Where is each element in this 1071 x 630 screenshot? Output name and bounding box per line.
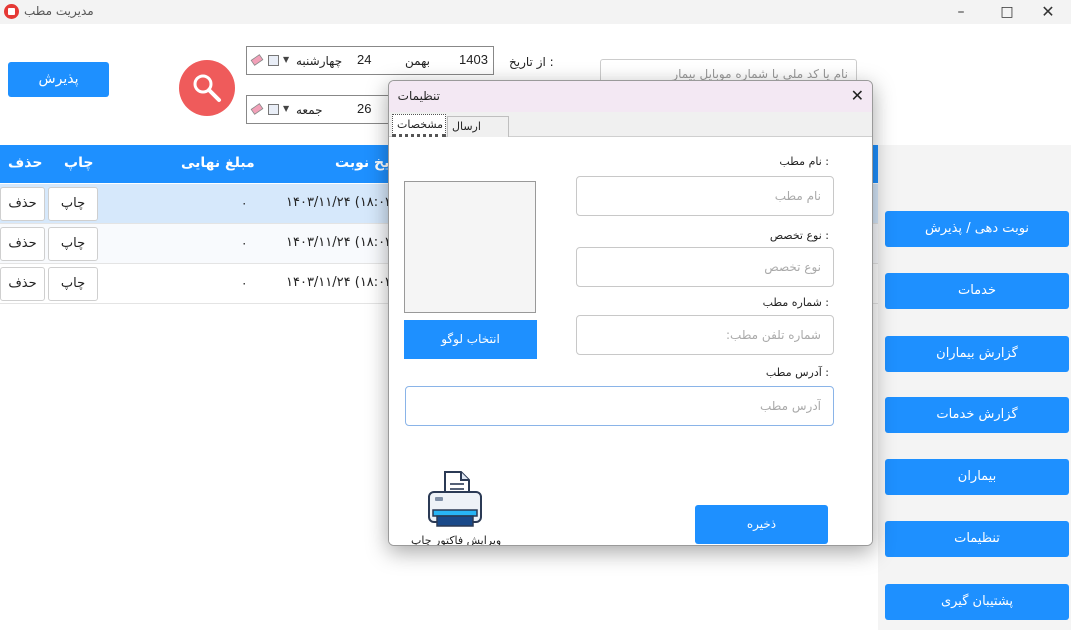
- amount-cell: ۰: [241, 196, 248, 210]
- print-button[interactable]: چاپ: [48, 227, 98, 261]
- window-title: مدیریت مطب: [24, 4, 94, 18]
- nav-services[interactable]: خدمات: [885, 273, 1069, 309]
- to-day-name: جمعه: [296, 103, 323, 117]
- search-button[interactable]: [179, 60, 235, 116]
- search-placeholder: نام یا کد ملی یا شماره موبایل بیمار: [672, 67, 848, 81]
- eraser-icon[interactable]: [250, 102, 264, 116]
- search-icon: [193, 74, 221, 102]
- clinic-name-label: نام مطب :: [779, 155, 829, 168]
- edit-invoice-button[interactable]: ویرایش فاکتور چاپ: [411, 470, 502, 546]
- window-titlebar: مدیریت مطب – □ ✕: [0, 0, 1071, 24]
- specialty-input[interactable]: [576, 247, 834, 287]
- specialty-label: نوع تخصص :: [769, 229, 829, 242]
- choose-logo-button[interactable]: انتخاب لوگو: [404, 320, 537, 359]
- from-year[interactable]: 1403: [459, 52, 488, 67]
- save-button[interactable]: ذخیره: [695, 505, 828, 544]
- amount-cell: ۰: [241, 276, 248, 290]
- address-input[interactable]: [405, 386, 834, 426]
- print-button[interactable]: چاپ: [48, 267, 98, 301]
- nav-patients[interactable]: بیماران: [885, 459, 1069, 495]
- delete-button[interactable]: حذف: [0, 227, 45, 261]
- logo-preview: [404, 181, 536, 313]
- tab-info[interactable]: مشخصات: [392, 114, 446, 137]
- date-cell: ۱۴۰۳/۱۱/۲۴ (۱۸:۰۳): [286, 235, 398, 250]
- printer-icon: [428, 471, 482, 527]
- tab-strip: ارسال پیامک مشخصات: [389, 112, 872, 152]
- from-date-picker[interactable]: ▼ چهارشنبه 24 بهمن 1403: [246, 46, 494, 75]
- settings-dialog: تنظیمات ✕ ارسال پیامک مشخصات نام مطب : ن…: [388, 80, 873, 546]
- from-day-name: چهارشنبه: [296, 54, 343, 68]
- nav-appointments[interactable]: نوبت دهی / پذیرش: [885, 211, 1069, 247]
- minimize-icon[interactable]: –: [938, 0, 984, 24]
- tab-sms[interactable]: ارسال پیامک: [447, 116, 509, 152]
- edit-invoice-label: ویرایش فاکتور چاپ: [411, 534, 502, 546]
- from-date-label: از تاریخ :: [509, 55, 554, 69]
- nav-patient-report[interactable]: گزارش بیماران: [885, 336, 1069, 372]
- phone-input[interactable]: [576, 315, 834, 355]
- chevron-down-icon[interactable]: ▼: [283, 104, 289, 113]
- phone-label: شماره مطب :: [762, 296, 829, 309]
- close-icon[interactable]: ✕: [1025, 0, 1071, 24]
- dialog-body: ارسال پیامک مشخصات نام مطب : نوع تخصص : …: [389, 112, 872, 546]
- clinic-name-input[interactable]: [576, 176, 834, 216]
- chevron-down-icon[interactable]: ▼: [283, 55, 289, 64]
- delete-button[interactable]: حذف: [0, 267, 45, 301]
- col-amount: مبلغ نهایی: [181, 155, 255, 171]
- nav-settings[interactable]: تنظیمات: [885, 521, 1069, 557]
- col-delete: حذف: [8, 155, 43, 171]
- amount-cell: ۰: [241, 236, 248, 250]
- date-cell: ۱۴۰۳/۱۱/۲۴ (۱۸:۰۳): [286, 195, 398, 210]
- from-month[interactable]: بهمن: [405, 54, 430, 68]
- pazirsh-button[interactable]: پذیرش: [8, 62, 109, 97]
- from-day[interactable]: 24: [357, 52, 371, 67]
- eraser-icon[interactable]: [250, 53, 264, 67]
- calendar-icon[interactable]: [268, 104, 279, 115]
- delete-button[interactable]: حذف: [0, 187, 45, 221]
- calendar-icon[interactable]: [268, 55, 279, 66]
- close-icon[interactable]: ✕: [851, 86, 864, 105]
- col-print: چاپ: [64, 155, 94, 171]
- nav-backup[interactable]: پشتیبان گیری: [885, 584, 1069, 620]
- date-cell: ۱۴۰۳/۱۱/۲۴ (۱۸:۰۳): [286, 275, 398, 290]
- to-day[interactable]: 26: [357, 101, 371, 116]
- address-label: آدرس مطب :: [765, 366, 829, 379]
- dialog-titlebar: تنظیمات ✕: [389, 81, 872, 112]
- dialog-title: تنظیمات: [397, 89, 440, 103]
- info-panel: نام مطب : نوع تخصص : شماره مطب : آدرس مط…: [389, 137, 872, 546]
- print-button[interactable]: چاپ: [48, 187, 98, 221]
- app-icon: [4, 4, 19, 19]
- maximize-icon[interactable]: □: [984, 0, 1030, 24]
- nav-service-report[interactable]: گزارش خدمات: [885, 397, 1069, 433]
